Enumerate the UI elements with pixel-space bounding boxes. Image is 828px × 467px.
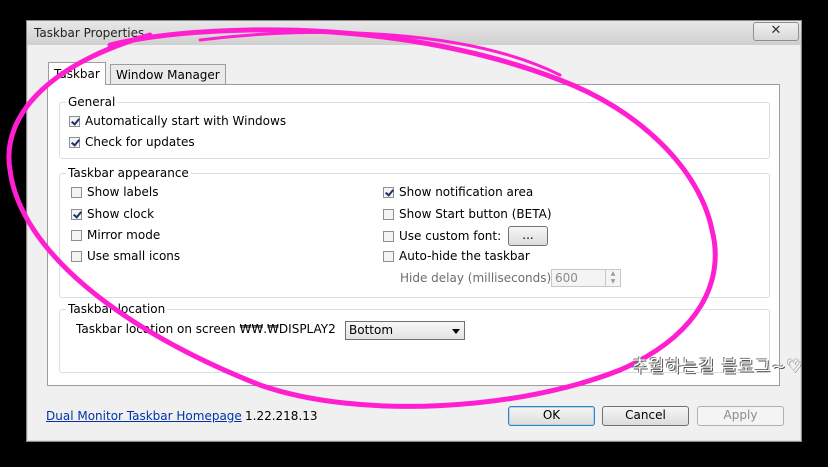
dialog-client-area: Taskbar Window Manager General Automatic…	[28, 45, 800, 440]
show-clock-label: Show clock	[87, 207, 155, 221]
tab-taskbar[interactable]: Taskbar	[48, 62, 106, 85]
checkbox-checked-icon	[69, 136, 80, 148]
font-picker-button[interactable]: ...	[508, 226, 548, 246]
checkbox-icon	[71, 250, 82, 262]
checkbox-checked-icon	[69, 115, 80, 127]
taskbar-tab-panel: General Automatically start with Windows…	[47, 84, 780, 386]
tab-window-manager-label: Window Manager	[116, 68, 220, 82]
cancel-button[interactable]: Cancel	[602, 406, 689, 426]
appearance-group: Taskbar appearance Show labels Show cloc…	[59, 166, 770, 298]
checkbox-checked-icon	[71, 208, 82, 220]
checkbox-icon	[383, 208, 394, 220]
custom-font-label: Use custom font:	[399, 229, 502, 243]
location-selected-value: Bottom	[349, 323, 394, 337]
check-updates-checkbox[interactable]: Check for updates	[69, 134, 195, 150]
appearance-group-title: Taskbar appearance	[66, 166, 191, 180]
homepage-link[interactable]: Dual Monitor Taskbar Homepage	[46, 409, 242, 423]
check-updates-label: Check for updates	[85, 135, 195, 149]
small-icons-checkbox[interactable]: Use small icons	[71, 248, 180, 264]
general-group: General Automatically start with Windows…	[59, 95, 770, 159]
hide-delay-label: Hide delay (milliseconds):	[400, 271, 556, 285]
notification-area-label: Show notification area	[399, 185, 534, 199]
chevron-down-icon	[452, 329, 460, 334]
close-button[interactable]: ✕	[753, 22, 799, 41]
auto-hide-label: Auto-hide the taskbar	[399, 249, 530, 263]
spinner-arrows[interactable]: ▲ ▼	[605, 270, 620, 286]
checkbox-icon	[383, 230, 394, 242]
auto-start-label: Automatically start with Windows	[85, 114, 287, 128]
title-bar[interactable]: Taskbar Properties ✕	[27, 21, 801, 45]
notification-area-checkbox[interactable]: Show notification area	[383, 184, 533, 200]
hide-delay-value: 600	[555, 271, 578, 285]
tab-taskbar-label: Taskbar	[54, 67, 100, 81]
small-icons-label: Use small icons	[87, 249, 181, 263]
location-dropdown[interactable]: Bottom	[345, 321, 465, 340]
mirror-mode-checkbox[interactable]: Mirror mode	[71, 227, 160, 243]
show-clock-checkbox[interactable]: Show clock	[71, 206, 154, 222]
tab-window-manager[interactable]: Window Manager	[110, 64, 226, 84]
show-labels-label: Show labels	[87, 185, 159, 199]
checkbox-icon	[71, 229, 82, 241]
checkbox-icon	[383, 250, 394, 262]
auto-start-checkbox[interactable]: Automatically start with Windows	[69, 113, 286, 129]
general-group-title: General	[66, 95, 118, 109]
close-icon: ✕	[770, 23, 782, 38]
version-text: 1.22.218.13	[245, 409, 318, 423]
checkbox-checked-icon	[383, 186, 394, 198]
blog-watermark: 추월하는길 블로그~♡	[632, 357, 804, 377]
spin-up-icon[interactable]: ▲	[606, 270, 620, 278]
custom-font-checkbox[interactable]: Use custom font:	[383, 228, 501, 244]
hide-delay-spinner[interactable]: 600 ▲ ▼	[551, 269, 621, 287]
show-labels-checkbox[interactable]: Show labels	[71, 184, 158, 200]
window-title: Taskbar Properties	[34, 26, 145, 40]
mirror-mode-label: Mirror mode	[87, 228, 161, 242]
start-button-label: Show Start button (BETA)	[399, 207, 552, 221]
checkbox-icon	[71, 186, 82, 198]
apply-button[interactable]: Apply	[697, 406, 784, 426]
taskbar-properties-dialog: Taskbar Properties ✕ Taskbar Window Mana…	[26, 20, 802, 442]
location-group-title: Taskbar location	[66, 302, 168, 316]
start-button-checkbox[interactable]: Show Start button (BETA)	[383, 206, 552, 222]
auto-hide-checkbox[interactable]: Auto-hide the taskbar	[383, 248, 530, 264]
spin-down-icon[interactable]: ▼	[606, 278, 620, 286]
ok-button[interactable]: OK	[508, 406, 595, 426]
screen-location-label: Taskbar location on screen ₩₩.₩DISPLAY2	[76, 322, 336, 336]
